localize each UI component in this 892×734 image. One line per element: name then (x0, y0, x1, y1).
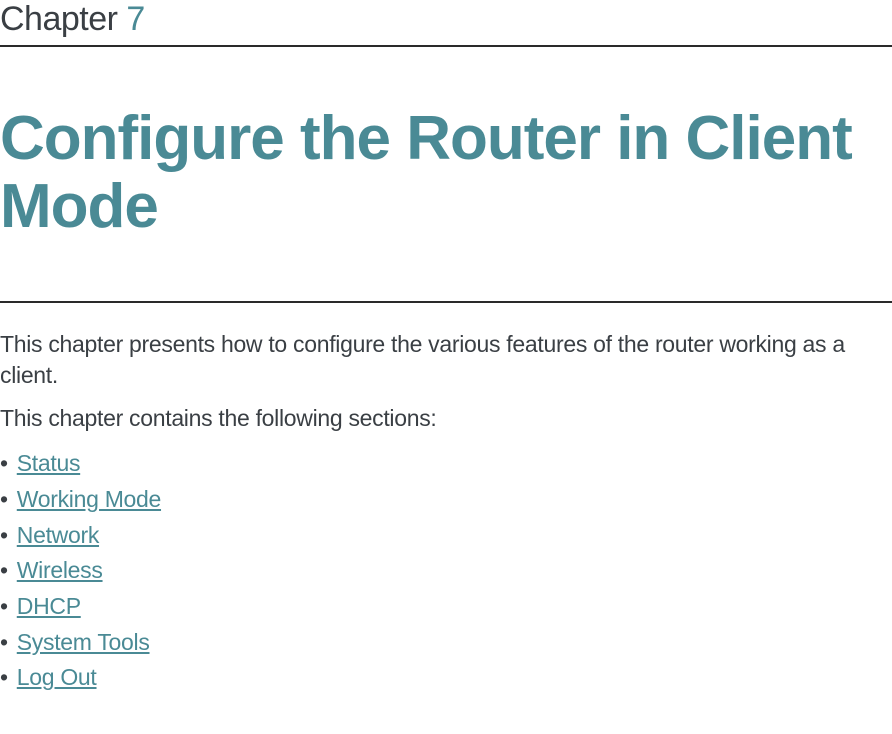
bullet-icon: • (0, 553, 8, 589)
bullet-icon: • (0, 625, 8, 661)
bullet-icon: • (0, 518, 8, 554)
list-item: • Working Mode (0, 482, 892, 518)
divider (0, 301, 892, 303)
list-item: • System Tools (0, 625, 892, 661)
section-link-log-out[interactable]: Log Out (17, 660, 97, 696)
page-title: Configure the Router in Client Mode (0, 105, 892, 241)
bullet-icon: • (0, 446, 8, 482)
section-link-system-tools[interactable]: System Tools (17, 625, 150, 661)
section-link-dhcp[interactable]: DHCP (17, 589, 81, 625)
chapter-number: 7 (126, 0, 144, 38)
section-list: • Status • Working Mode • Network • Wire… (0, 446, 892, 695)
bullet-icon: • (0, 482, 8, 518)
section-link-status[interactable]: Status (17, 446, 80, 482)
sections-intro: This chapter contains the following sect… (0, 405, 892, 432)
chapter-heading: Chapter 7 (0, 0, 892, 47)
list-item: • Status (0, 446, 892, 482)
bullet-icon: • (0, 589, 8, 625)
intro-paragraph: This chapter presents how to configure t… (0, 329, 892, 391)
list-item: • Log Out (0, 660, 892, 696)
section-link-network[interactable]: Network (17, 518, 99, 554)
section-link-wireless[interactable]: Wireless (17, 553, 103, 589)
chapter-label: Chapter (0, 0, 117, 38)
list-item: • DHCP (0, 589, 892, 625)
list-item: • Network (0, 518, 892, 554)
bullet-icon: • (0, 660, 8, 696)
section-link-working-mode[interactable]: Working Mode (17, 482, 161, 518)
list-item: • Wireless (0, 553, 892, 589)
